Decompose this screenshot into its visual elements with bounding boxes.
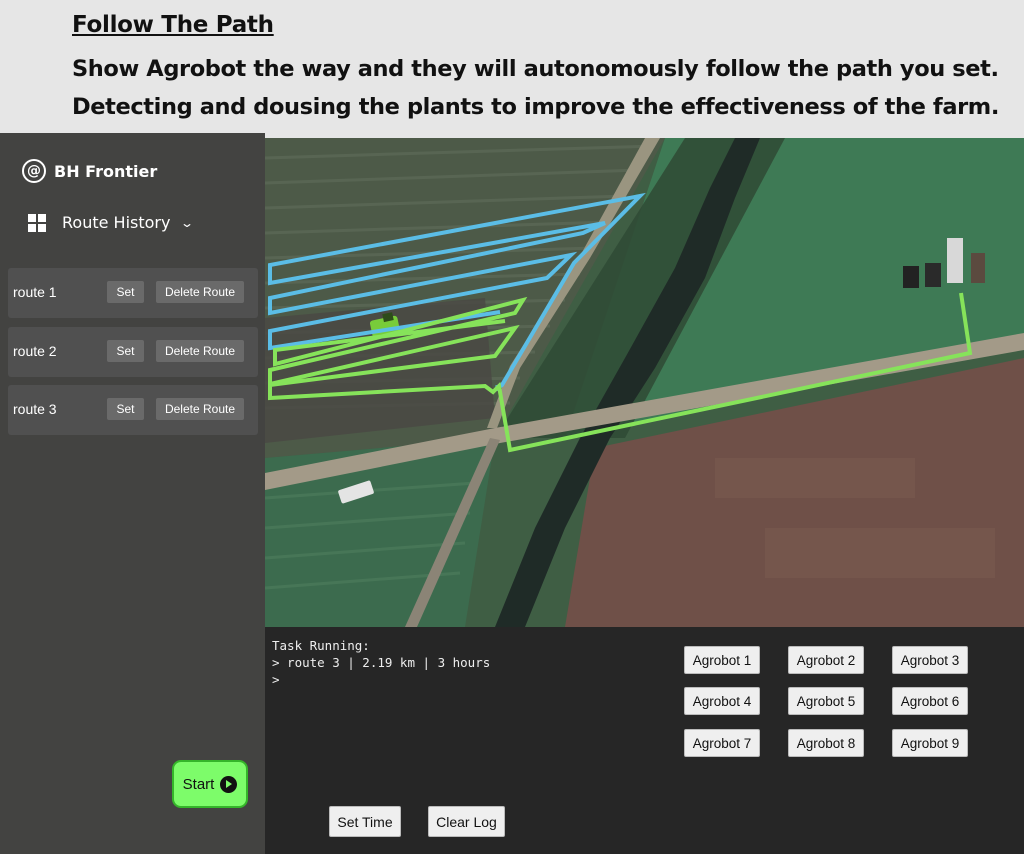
route-card-1: route 1 Set Delete Route	[8, 268, 258, 318]
at-sign-icon: @	[22, 159, 46, 183]
set-route-button[interactable]: Set	[107, 281, 144, 303]
log-line: >	[272, 672, 280, 687]
agrobot-5-button[interactable]: Agrobot 5	[788, 687, 864, 715]
route-history-dropdown[interactable]: Route History ⌄	[28, 213, 195, 232]
agrobot-3-button[interactable]: Agrobot 3	[892, 646, 968, 674]
route-name: route 3	[13, 401, 57, 417]
agrobot-4-button[interactable]: Agrobot 4	[684, 687, 760, 715]
route-name: route 1	[13, 284, 57, 300]
page-title: Follow The Path	[72, 12, 274, 38]
set-route-button[interactable]: Set	[107, 340, 144, 362]
delete-route-button[interactable]: Delete Route	[156, 398, 244, 420]
start-button[interactable]: Start	[172, 760, 248, 808]
agrobot-6-button[interactable]: Agrobot 6	[892, 687, 968, 715]
route-card-2: route 2 Set Delete Route	[8, 327, 258, 377]
route-history-label: Route History	[62, 213, 171, 232]
console-panel: Task Running: > route 3 | 2.19 km | 3 hou…	[265, 627, 1024, 854]
agrobot-1-button[interactable]: Agrobot 1	[684, 646, 760, 674]
dashboard-icon	[28, 213, 46, 232]
set-time-button[interactable]: Set Time	[329, 806, 401, 837]
clear-log-button[interactable]: Clear Log	[428, 806, 505, 837]
start-label: Start	[182, 775, 215, 793]
agrobot-8-button[interactable]: Agrobot 8	[788, 729, 864, 757]
set-route-button[interactable]: Set	[107, 398, 144, 420]
route-card-3: route 3 Set Delete Route	[8, 385, 258, 435]
map-canvas[interactable]	[265, 138, 1024, 627]
caption-line-2: Detecting and dousing the plants to impr…	[72, 94, 999, 120]
brand-name: BH Frontier	[54, 161, 158, 181]
caption-line-1: Show Agrobot the way and they will auton…	[72, 56, 999, 82]
delete-route-button[interactable]: Delete Route	[156, 281, 244, 303]
agrobot-2-button[interactable]: Agrobot 2	[788, 646, 864, 674]
play-icon	[220, 775, 238, 793]
log-line: Task Running:	[272, 638, 370, 653]
task-log: Task Running: > route 3 | 2.19 km | 3 hou…	[272, 637, 490, 688]
agrobot-7-button[interactable]: Agrobot 7	[684, 729, 760, 757]
route-name: route 2	[13, 343, 57, 359]
chevron-down-icon: ⌄	[180, 215, 195, 230]
caption-header: Follow The Path Show Agrobot the way and…	[0, 0, 1024, 138]
brand: @ BH Frontier	[22, 159, 157, 183]
log-line: > route 3 | 2.19 km | 3 hours	[272, 655, 491, 670]
sidebar: @ BH Frontier Route History ⌄ route 1 Se…	[0, 133, 265, 854]
delete-route-button[interactable]: Delete Route	[156, 340, 244, 362]
agrobot-9-button[interactable]: Agrobot 9	[892, 729, 968, 757]
satellite-map[interactable]	[265, 138, 1024, 627]
